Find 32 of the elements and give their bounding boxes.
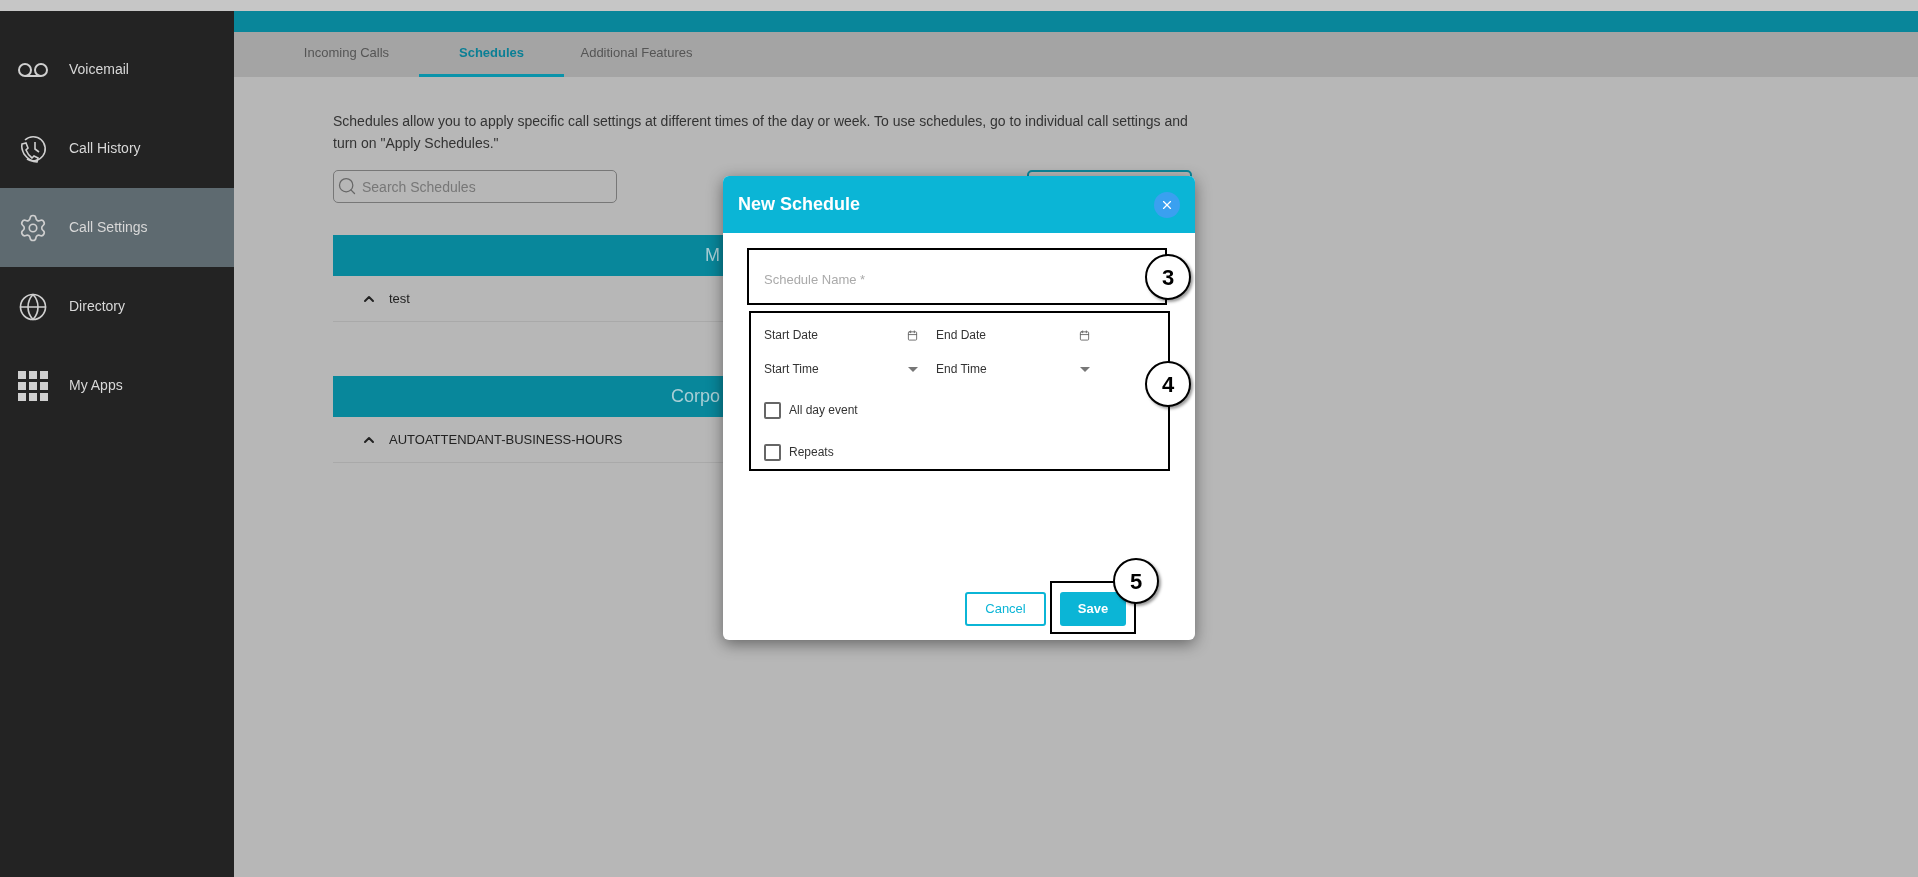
section-title: Corpo [670,385,720,408]
dropdown-caret-icon [908,366,918,372]
callout-number: 5 [1113,558,1159,604]
callout-number: 4 [1145,361,1191,407]
grid-icon [18,370,48,401]
date-picker[interactable]: End Date [936,325,1108,345]
date-picker[interactable]: Start Date [764,325,936,345]
time-picker[interactable]: End Time [936,359,1108,379]
checkbox[interactable] [764,401,781,419]
calendar-icon [1079,329,1090,341]
description-text: Schedules allow you to apply specific call settings at different times of the day or week. To use schedules, go to individual call settings and turn on "Apply Schedules." [333,112,1189,153]
voicemail-icon [18,61,48,78]
phone-clock-icon [18,133,48,164]
section-title: M [705,244,720,267]
sidebar-item[interactable]: Directory [0,267,234,346]
checkbox-label: Repeats [789,444,834,461]
search-icon [337,176,357,196]
dropdown-caret-icon [1080,366,1090,372]
sidebar-item[interactable]: Call History [0,109,234,188]
checkbox[interactable] [764,443,781,461]
callout-number: 3 [1145,254,1191,300]
close-button[interactable] [1154,191,1180,218]
search-field[interactable]: Search Schedules [333,170,617,203]
sidebar-item[interactable]: Call Settings [0,188,234,267]
gear-icon [18,212,48,243]
time-picker[interactable]: Start Time [764,359,936,379]
calendar-icon [907,329,918,341]
checkbox-label: All day event [789,402,858,419]
sidebar-item[interactable]: Voicemail [0,30,234,109]
dialog-title: New Schedule [738,193,861,216]
sidebar-item[interactable]: My Apps [0,346,234,425]
globe-icon [18,291,48,322]
